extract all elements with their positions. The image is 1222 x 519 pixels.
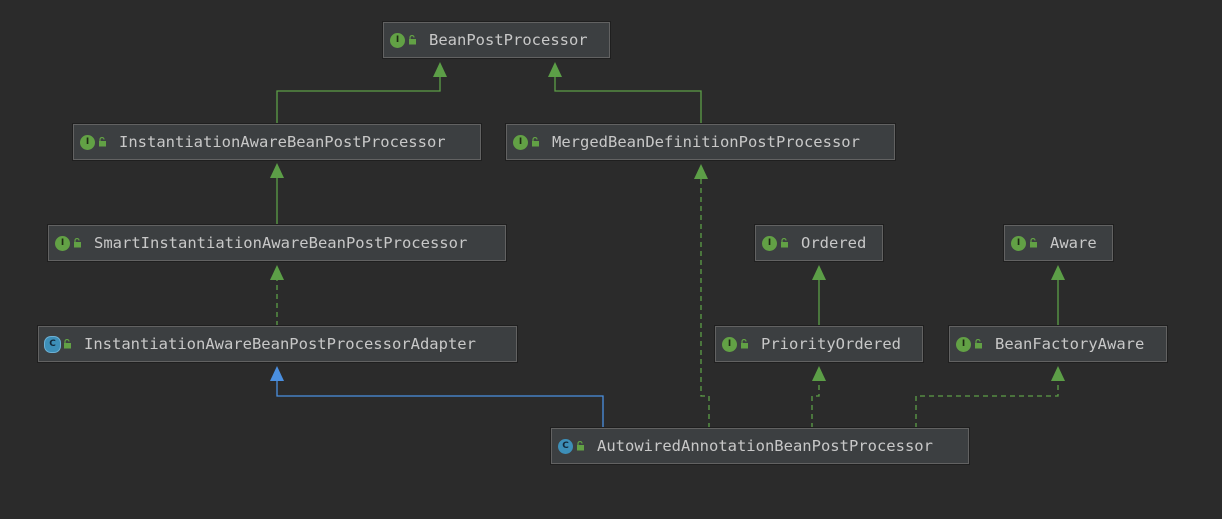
edge-smart-instantiation-aware-to-instantiation-aware [270,163,284,225]
node-bean-post-processor[interactable]: I BeanPostProcessor [383,22,610,58]
node-merged-bean-definition-post-processor[interactable]: I MergedBeanDefinitionPostProcessor [506,124,895,160]
node-label: MergedBeanDefinitionPostProcessor [552,133,860,151]
node-label: Ordered [801,234,867,252]
edge-instantiation-aware-to-bean-post-processor [276,62,447,124]
public-lock-icon [577,441,584,451]
interface-icon: I [956,336,971,352]
interface-icon: I [80,134,95,150]
class-icon: C [558,438,573,454]
edge-autowired-to-adapter [270,366,604,428]
node-aware[interactable]: I Aware [1004,225,1113,261]
node-label: Aware [1050,234,1097,252]
node-label: BeanPostProcessor [429,31,588,49]
abstract-class-icon: C [45,336,60,352]
public-lock-icon [781,238,788,248]
node-ordered[interactable]: I Ordered [755,225,883,261]
public-lock-icon [975,339,982,349]
node-smart-instantiation-aware-bean-post-processor[interactable]: I SmartInstantiationAwareBeanPostProcess… [48,225,506,261]
public-lock-icon [64,339,71,349]
edge-bean-factory-aware-to-aware [1051,265,1065,326]
node-autowired-annotation-bean-post-processor[interactable]: C AutowiredAnnotationBeanPostProcessor [551,428,969,464]
public-lock-icon [1030,238,1037,248]
node-label: SmartInstantiationAwareBeanPostProcessor [94,234,468,252]
node-label: PriorityOrdered [761,335,901,353]
interface-icon: I [55,235,70,251]
node-label: InstantiationAwareBeanPostProcessor [119,133,446,151]
interface-icon: I [513,134,528,150]
node-label: BeanFactoryAware [995,335,1145,353]
node-instantiation-aware-bean-post-processor[interactable]: I InstantiationAwareBeanPostProcessor [73,124,481,160]
node-label: AutowiredAnnotationBeanPostProcessor [597,437,933,455]
edge-autowired-to-priority-ordered [811,366,826,428]
interface-icon: I [762,235,777,251]
edge-autowired-to-merged-bean-definition [694,164,710,428]
interface-icon: I [390,32,405,48]
public-lock-icon [409,35,416,45]
node-instantiation-aware-bean-post-processor-adapter[interactable]: C InstantiationAwareBeanPostProcessorAda… [38,326,517,362]
node-bean-factory-aware[interactable]: I BeanFactoryAware [949,326,1167,362]
public-lock-icon [741,339,748,349]
node-label: InstantiationAwareBeanPostProcessorAdapt… [84,335,476,353]
edge-priority-ordered-to-ordered [812,265,826,326]
public-lock-icon [99,137,106,147]
public-lock-icon [532,137,539,147]
edge-autowired-to-bean-factory-aware [915,366,1065,428]
edge-merged-bean-definition-to-bean-post-processor [548,62,702,124]
public-lock-icon [74,238,81,248]
edge-adapter-to-smart-instantiation-aware [270,265,284,326]
node-priority-ordered[interactable]: I PriorityOrdered [715,326,923,362]
interface-icon: I [1011,235,1026,251]
interface-icon: I [722,336,737,352]
